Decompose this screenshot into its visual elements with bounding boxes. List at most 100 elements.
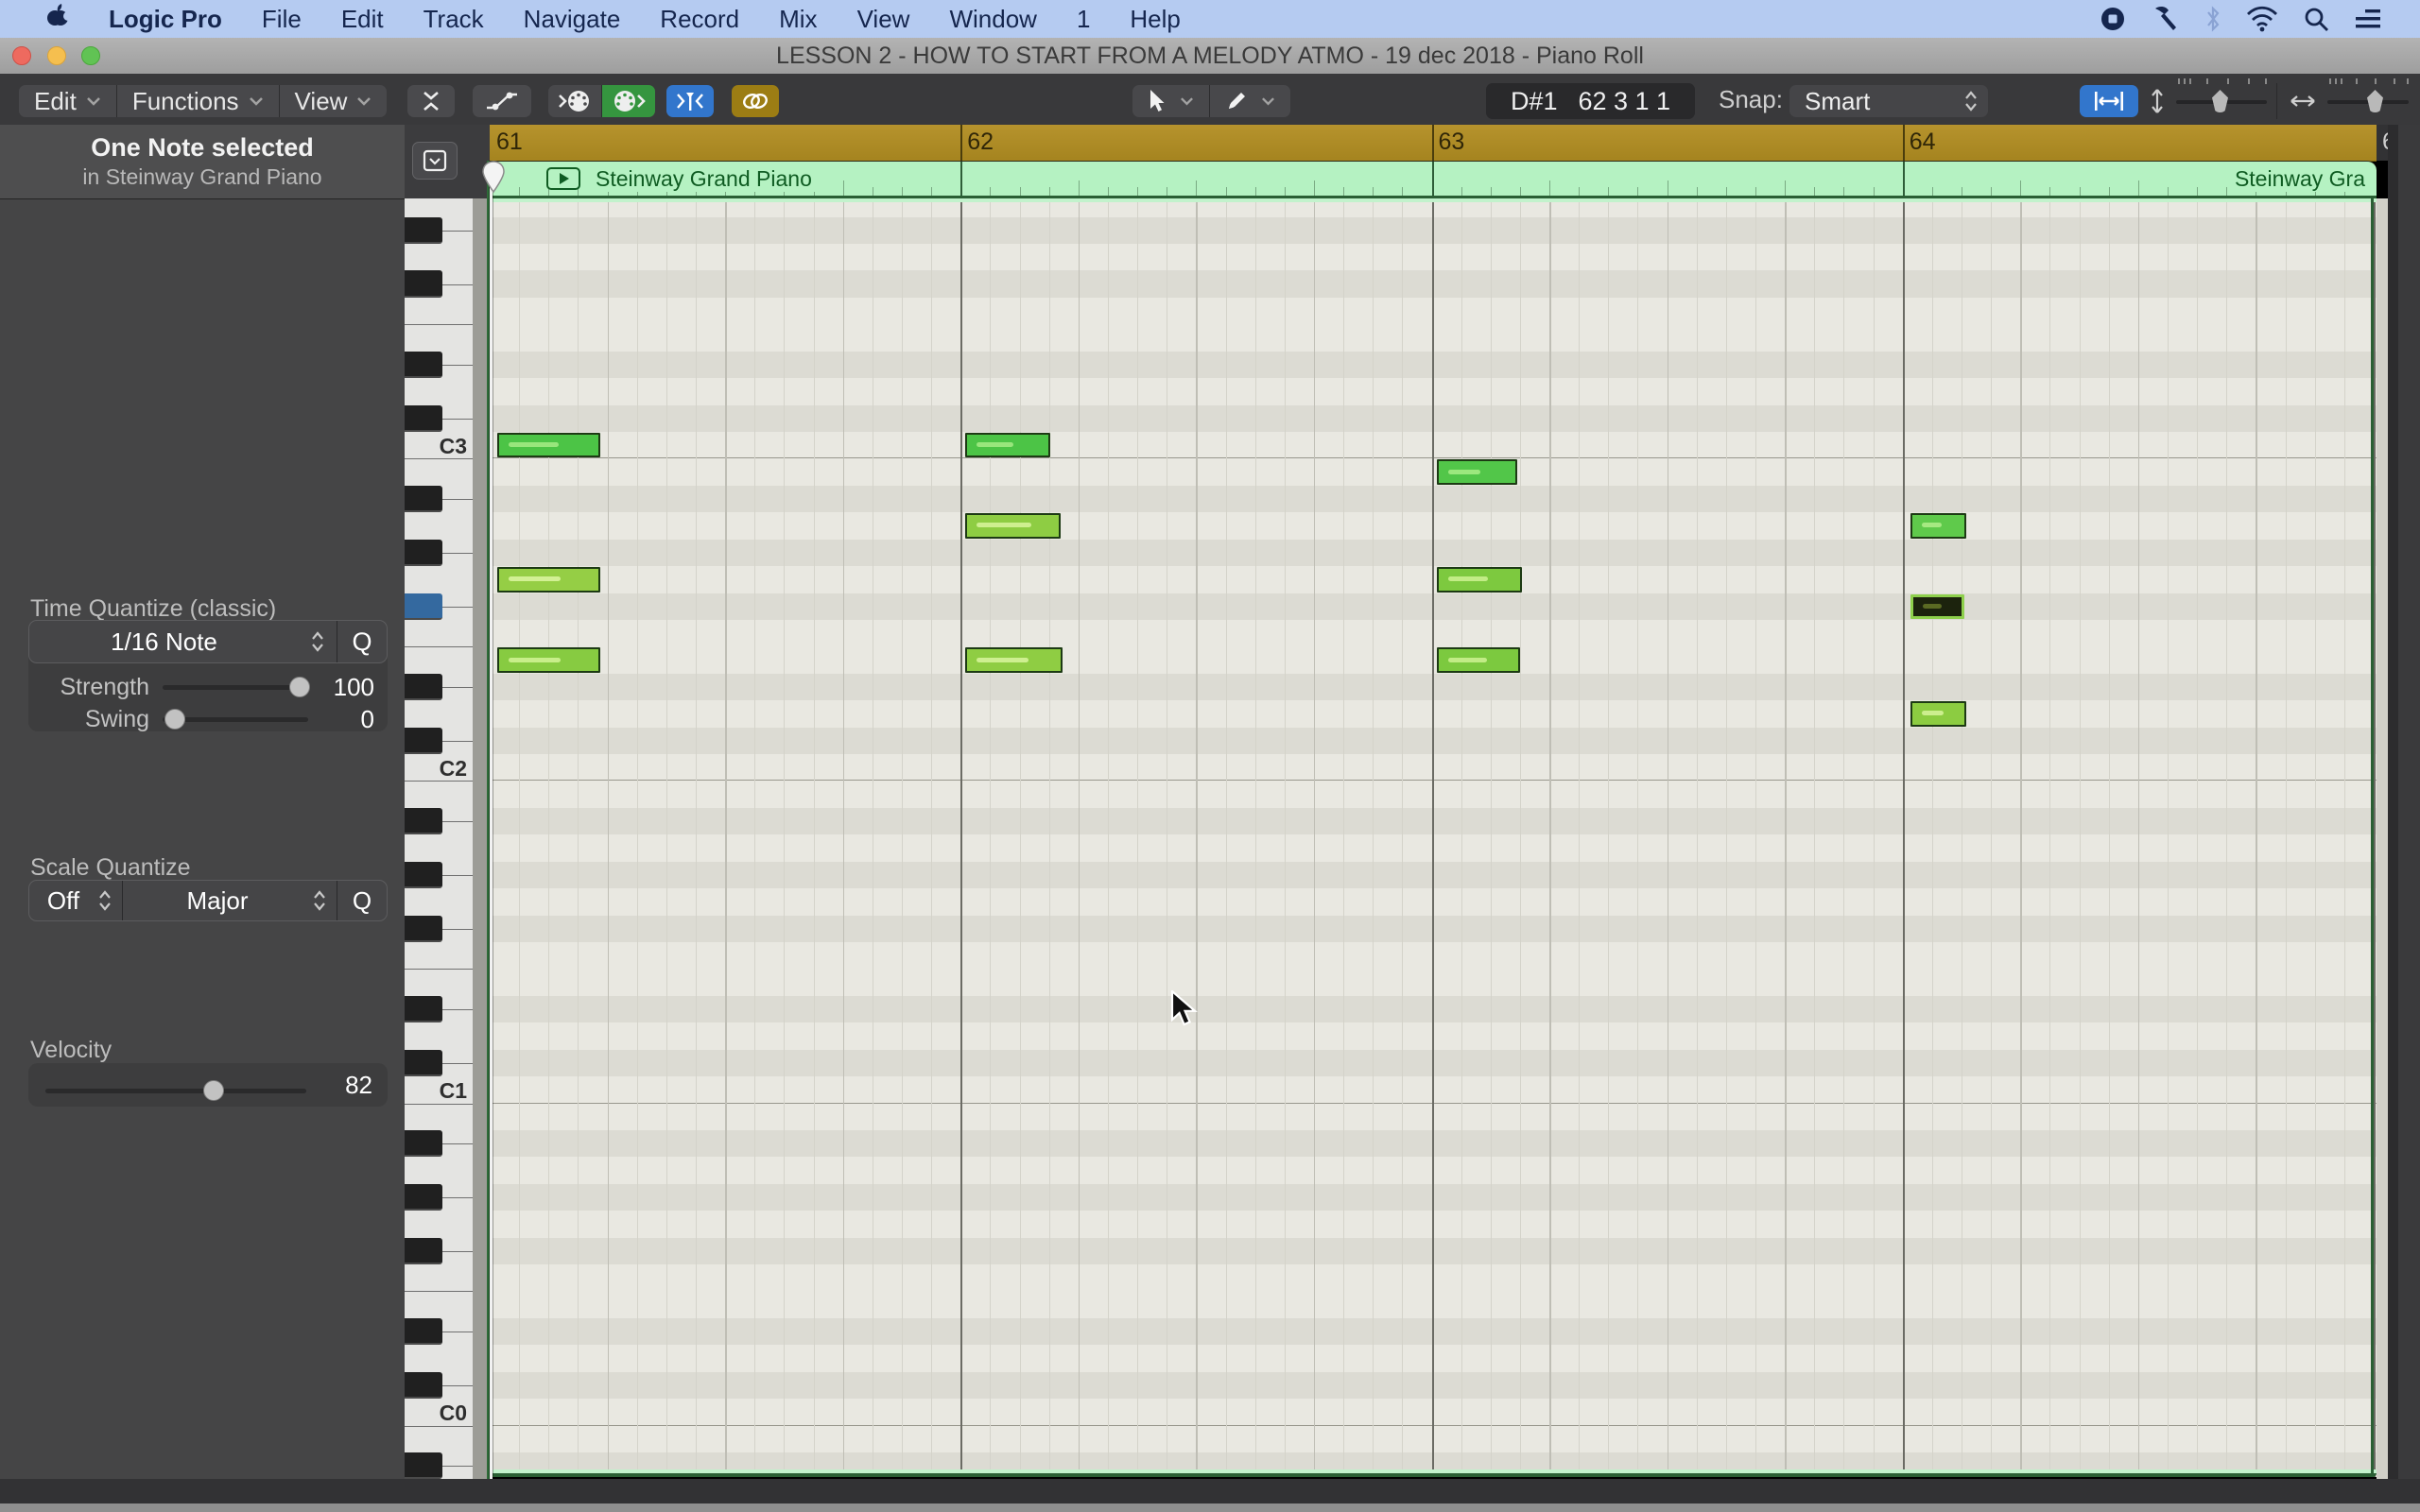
piano-key-selected-f#2[interactable] <box>405 593 442 620</box>
piano-key-black[interactable] <box>405 727 442 755</box>
snap-select[interactable]: Smart <box>1789 85 1988 117</box>
menu-item-track[interactable]: Track <box>404 5 504 34</box>
wifi-icon[interactable] <box>2246 6 2278 32</box>
midi-in-button[interactable] <box>548 85 602 117</box>
menu-item-window[interactable]: Window <box>929 5 1056 34</box>
catch-playhead-button[interactable] <box>666 85 714 117</box>
menu-item-edit[interactable]: Edit <box>321 5 404 34</box>
piano-key-black[interactable] <box>405 404 442 432</box>
left-click-tool-menu[interactable] <box>1132 85 1210 117</box>
stepper-icon[interactable] <box>97 888 112 913</box>
hammer-icon[interactable] <box>2152 5 2180 33</box>
midi-note-a2-bar64[interactable] <box>1910 513 1966 539</box>
bar-ruler[interactable]: 61 62 63 64 <box>490 125 2377 162</box>
region-header-strip[interactable]: Steinway Grand Piano Steinway Gra <box>490 161 2377 198</box>
vertical-scrollbar-track[interactable] <box>2388 125 2398 1482</box>
strip-tick <box>1107 187 1109 196</box>
time-quantize-apply-button[interactable]: Q <box>337 627 387 657</box>
scale-quantize-title: Scale Quantize <box>30 854 191 881</box>
menu-item-file[interactable]: File <box>242 5 321 34</box>
collapse-mode-button[interactable] <box>407 85 455 117</box>
menu-item-navigate[interactable]: Navigate <box>504 5 641 34</box>
midi-note-g2-bar63[interactable] <box>1437 567 1522 593</box>
midi-note-e2-bar61[interactable] <box>497 647 600 673</box>
piano-key-black[interactable] <box>405 485 442 513</box>
piano-key-black[interactable] <box>405 1452 442 1479</box>
strength-slider[interactable] <box>163 671 310 703</box>
velocity-slider[interactable] <box>45 1069 306 1101</box>
playhead-marker[interactable] <box>480 161 507 198</box>
piano-key-black[interactable] <box>405 1237 442 1264</box>
bluetooth-icon[interactable] <box>2204 5 2221 33</box>
piano-key-black[interactable] <box>405 1371 442 1400</box>
apple-menu-icon[interactable] <box>26 3 89 36</box>
list-icon[interactable] <box>2354 7 2382 31</box>
midi-out-button[interactable] <box>602 85 655 117</box>
midi-out-icon <box>614 91 646 112</box>
menu-item-help[interactable]: Help <box>1110 5 1200 34</box>
menu-item-logic-pro[interactable]: Logic Pro <box>89 5 242 34</box>
grid-beat-line <box>1579 198 1581 1477</box>
scale-type-value[interactable]: Major <box>123 886 312 916</box>
midi-note-g2-bar61[interactable] <box>497 567 600 593</box>
playhead-line[interactable] <box>490 162 493 1479</box>
stepper-icon[interactable] <box>312 888 327 913</box>
midi-note-d2-bar64[interactable] <box>1910 701 1966 727</box>
command-click-tool-menu[interactable] <box>1210 85 1290 117</box>
midi-draw-button[interactable] <box>473 85 531 117</box>
menu-item-1[interactable]: 1 <box>1057 5 1110 34</box>
midi-note-f#2-bar64[interactable] <box>1910 593 1964 619</box>
piano-key-black[interactable] <box>405 861 442 889</box>
screen-recording-icon[interactable] <box>2099 5 2127 33</box>
midi-note-c3-bar62[interactable] <box>965 433 1050 458</box>
piano-key-black[interactable] <box>405 270 442 298</box>
window-bottom-edge[interactable] <box>0 1503 2420 1512</box>
menu-item-view[interactable]: View <box>838 5 930 34</box>
piano-key-black[interactable] <box>405 351 442 379</box>
functions-menu[interactable]: Functions <box>117 85 280 117</box>
menu-item-mix[interactable]: Mix <box>759 5 837 34</box>
zoom-to-fit-button[interactable] <box>2080 85 2138 117</box>
region-play-icon[interactable] <box>546 167 580 190</box>
menu-item-record[interactable]: Record <box>640 5 759 34</box>
region-name: Steinway Grand Piano <box>588 166 820 192</box>
time-quantize-stepper[interactable] <box>299 629 337 654</box>
midi-note-b2-bar63[interactable] <box>1437 459 1517 485</box>
key-separator <box>442 686 473 688</box>
velocity-line <box>509 442 560 448</box>
swing-slider[interactable] <box>163 703 308 735</box>
midi-note-c3-bar61[interactable] <box>497 433 600 458</box>
piano-key-black[interactable] <box>405 1049 442 1077</box>
position-display[interactable]: D#1 62 3 1 1 <box>1486 83 1695 119</box>
piano-key-black[interactable] <box>405 673 442 701</box>
piano-keyboard[interactable]: C3 C2 C1 C0 <box>405 198 474 1479</box>
view-menu[interactable]: View <box>280 85 388 117</box>
inspector-disclosure-button[interactable] <box>412 142 458 180</box>
horizontal-zoom-slider[interactable] <box>2327 78 2409 117</box>
piano-key-black[interactable] <box>405 995 442 1023</box>
grid-beat-line <box>2020 198 2022 1477</box>
midi-note-e2-bar63[interactable] <box>1437 647 1520 673</box>
piano-key-black[interactable] <box>405 216 442 245</box>
time-quantize-value[interactable]: 1/16 Note <box>29 627 299 657</box>
search-icon[interactable] <box>2303 6 2329 32</box>
piano-key-black[interactable] <box>405 915 442 942</box>
piano-key-black[interactable] <box>405 1183 442 1211</box>
note-grid[interactable] <box>490 198 2377 1477</box>
midi-note-a2-bar62[interactable] <box>965 513 1061 539</box>
strip-tick <box>1373 187 1374 196</box>
grid-beat-line <box>1107 198 1109 1477</box>
midi-note-e2-bar62[interactable] <box>965 647 1063 673</box>
vertical-scrollbar[interactable] <box>2398 125 2420 1482</box>
scale-root-value[interactable]: Off <box>29 886 97 916</box>
vertical-zoom-slider[interactable] <box>2176 78 2267 117</box>
key-separator <box>442 1250 473 1252</box>
piano-key-black[interactable] <box>405 807 442 835</box>
edit-menu[interactable]: Edit <box>19 85 117 117</box>
piano-key-black[interactable] <box>405 1129 442 1158</box>
piano-key-black[interactable] <box>405 1317 442 1346</box>
scale-quantize-apply-button[interactable]: Q <box>337 886 387 916</box>
selection-line1: One Note selected <box>91 133 314 162</box>
link-button[interactable] <box>732 85 779 117</box>
piano-key-black[interactable] <box>405 539 442 567</box>
